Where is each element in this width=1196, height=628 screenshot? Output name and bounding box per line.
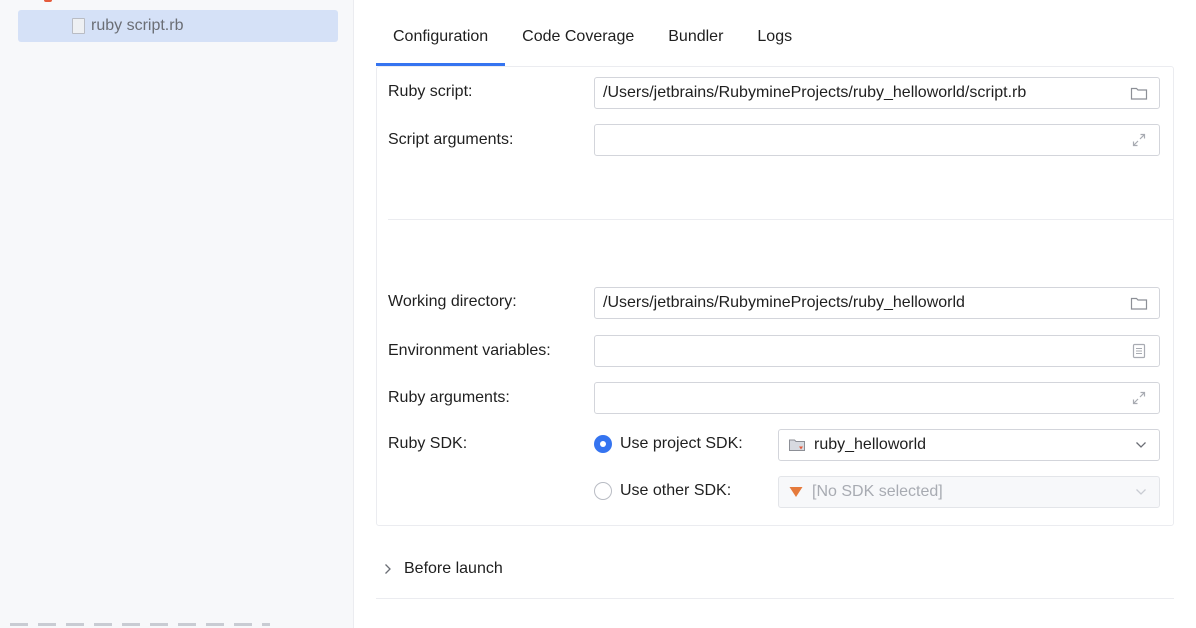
project-sdk-value: ruby_helloworld [814,436,927,453]
folder-icon[interactable] [1129,293,1149,313]
before-launch-section[interactable]: Before launch [380,560,503,578]
ruby-arguments-input[interactable] [594,382,1160,414]
tree-parent-node[interactable] [44,0,84,4]
configurations-sidebar: ruby script.rb [0,0,354,628]
project-sdk-dropdown[interactable]: ruby_helloworld [778,429,1160,461]
sidebar-item-label: ruby script.rb [91,17,184,34]
tab-configuration[interactable]: Configuration [376,20,506,66]
folder-icon[interactable] [1129,83,1149,103]
use-other-sdk-label: Use other SDK: [620,482,732,499]
before-launch-label: Before launch [404,560,503,577]
other-sdk-dropdown[interactable]: [No SDK selected] [778,476,1160,508]
section-divider [388,219,1174,220]
use-project-sdk-radio[interactable]: Use project SDK: [594,435,743,453]
radio-unselected[interactable] [594,482,612,500]
radio-selected[interactable] [594,435,612,453]
before-launch-divider [376,598,1174,599]
working-directory-value: /Users/jetbrains/RubymineProjects/ruby_h… [603,294,965,311]
use-other-sdk-radio[interactable]: Use other SDK: [594,482,731,500]
project-folder-icon [788,437,806,453]
other-sdk-value: [No SDK selected] [812,483,943,500]
ruby-arguments-label: Ruby arguments: [388,389,510,406]
sidebar-item-ruby-script[interactable]: ruby script.rb [18,10,338,42]
ruby-script-value: /Users/jetbrains/RubymineProjects/ruby_h… [603,84,1027,101]
working-directory-label: Working directory: [388,293,517,310]
tab-code-coverage[interactable]: Code Coverage [505,20,651,66]
list-icon[interactable] [1129,341,1149,361]
expand-icon[interactable] [1129,130,1149,150]
script-arguments-input[interactable] [594,124,1160,156]
tab-bundler[interactable]: Bundler [651,20,740,66]
ruby-icon [44,0,52,2]
expand-icon[interactable] [1129,388,1149,408]
environment-variables-input[interactable] [594,335,1160,367]
ruby-script-input[interactable]: /Users/jetbrains/RubymineProjects/ruby_h… [594,77,1160,109]
working-directory-input[interactable]: /Users/jetbrains/RubymineProjects/ruby_h… [594,287,1160,319]
tab-logs[interactable]: Logs [740,20,809,66]
file-icon [72,18,85,34]
chevron-right-icon [380,561,396,577]
run-configuration-window: ruby script.rb Configuration Code Covera… [0,0,1196,628]
chevron-down-icon [1133,484,1149,500]
ruby-gem-icon [788,485,804,499]
sidebar-footer [10,623,270,626]
chevron-down-icon [1133,437,1149,453]
script-arguments-label: Script arguments: [388,131,514,148]
tab-bar: Configuration Code Coverage Bundler Logs [376,20,809,66]
environment-variables-label: Environment variables: [388,342,551,359]
ruby-script-label: Ruby script: [388,83,473,100]
ruby-sdk-label: Ruby SDK: [388,435,468,452]
use-project-sdk-label: Use project SDK: [620,435,743,452]
